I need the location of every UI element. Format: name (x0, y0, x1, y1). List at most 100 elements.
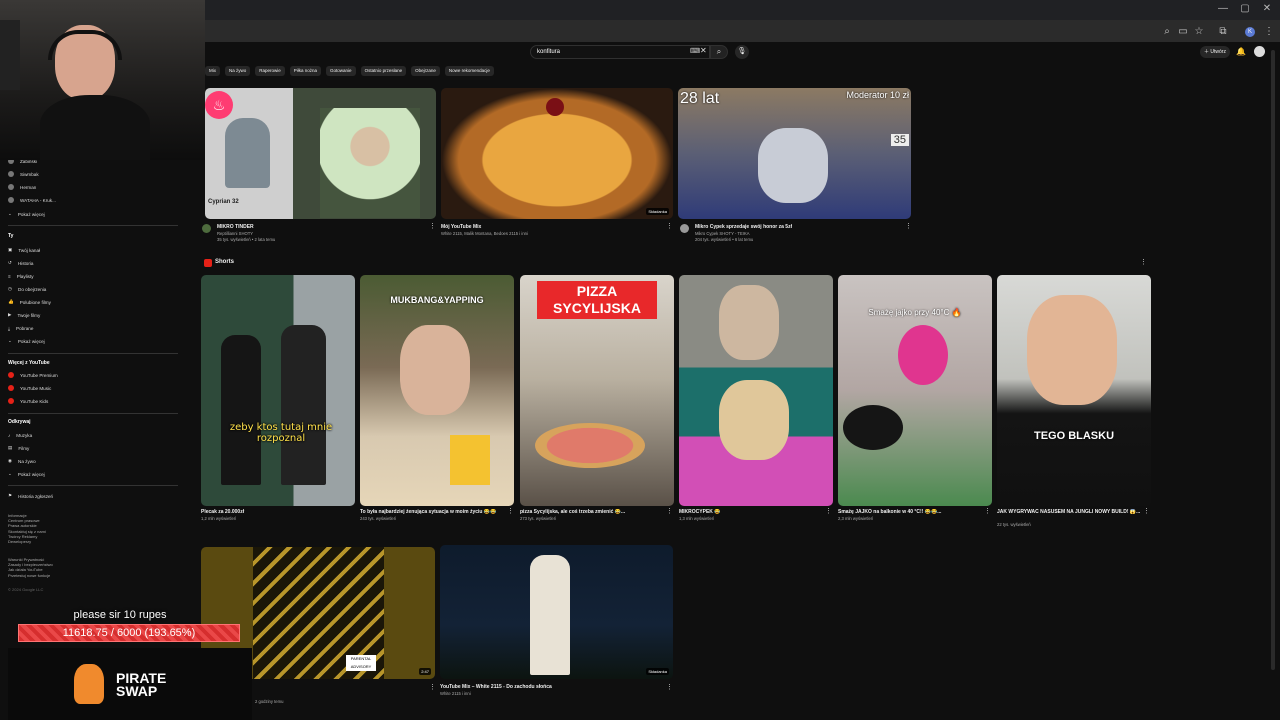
sidebar-sub-2[interactable]: Herman (8, 183, 36, 191)
search-button[interactable]: ⌕ (710, 45, 728, 59)
more-actions-icon[interactable]: ⋮ (1143, 507, 1150, 515)
sidebar-item-your-channel[interactable]: ▣ Twój kanał (8, 246, 40, 254)
close-window-button[interactable]: ✕ (1260, 3, 1274, 15)
short-thumbnail[interactable]: zeby ktos tutaj mnie rozpoznal (201, 275, 355, 506)
thumbnail-figure (530, 555, 570, 675)
video-meta: 2 godziny temu (255, 699, 284, 704)
more-actions-icon[interactable]: ⋮ (429, 683, 436, 691)
sidebar-item-history[interactable]: ↺ Historia (8, 259, 33, 267)
channel-avatar[interactable] (680, 224, 689, 233)
filter-chips: Mix Na żywo Raperowie Piłka nożna Gotowa… (205, 66, 494, 76)
shorts-more-icon[interactable]: ⋮ (1140, 258, 1147, 266)
video-meta: 35 tys. wyświetleń • 2 lata temu (217, 237, 276, 242)
sidebar-item-watch-later[interactable]: ◷ Do obejrzenia (8, 285, 46, 293)
browser-menu-icon[interactable]: ⋮ (1262, 25, 1276, 39)
chip-live[interactable]: Na żywo (225, 66, 251, 76)
duration-badge: 2:47 (419, 668, 431, 675)
zoom-icon[interactable]: ⌕ (1160, 25, 1174, 39)
chip-cooking[interactable]: Gotowanie (326, 66, 356, 76)
sidebar-show-more-subs[interactable]: ⌄ Pokaż więcej (8, 210, 45, 218)
short-title[interactable]: MIKROCYPEK 😂 (679, 509, 824, 515)
sidebar-item-downloads[interactable]: ⤓ Pobrane (8, 324, 33, 332)
video-channel[interactable]: White 2115 i inni (440, 691, 471, 697)
more-actions-icon[interactable]: ⋮ (666, 683, 673, 691)
page-scrollbar[interactable] (1271, 50, 1275, 670)
short-title[interactable]: JAK WYGRYWAĆ NASUSEM NA JUNGLI NOWY BUIL… (997, 509, 1142, 515)
sidebar-item-explore-more[interactable]: ⌄ Pokaż więcej (8, 470, 45, 478)
notifications-icon[interactable]: 🔔 (1236, 47, 1246, 56)
more-actions-icon[interactable]: ⋮ (666, 222, 673, 230)
sidebar-footer-policies[interactable]: Warunki Prywatność Zasady i bezpieczeńst… (8, 557, 88, 578)
sidebar-item-music-explore[interactable]: ♪ Muzyka (8, 431, 32, 439)
sidebar-item-liked[interactable]: 👍 Polubione filmy (8, 298, 51, 306)
video-title[interactable]: YouTube Mix – White 2115 - Do zachodu sł… (440, 684, 660, 690)
sidebar-item-premium[interactable]: YouTube Premium (8, 371, 58, 379)
sidebar-item-playlists[interactable]: ≡ Playlisty (8, 272, 34, 280)
sidebar-item-label: Pokaż więcej (17, 471, 45, 477)
short-title[interactable]: Plecak za 20.000zł (201, 509, 351, 515)
clear-search-icon[interactable]: ✕ (700, 46, 707, 55)
voice-search-icon[interactable]: 🎙 (735, 45, 749, 59)
account-avatar[interactable] (1254, 46, 1265, 57)
short-thumbnail[interactable]: MUKBANG&YAPPING (360, 275, 514, 506)
thumbnail-figure (898, 325, 948, 385)
video-title[interactable]: Mój YouTube Mix (441, 224, 641, 230)
sidebar-item-kids[interactable]: YouTube Kids (8, 397, 48, 405)
sidebar-item-music[interactable]: YouTube Music (8, 384, 51, 392)
search-input[interactable]: konfitura (530, 45, 710, 59)
chip-rappers[interactable]: Raperowie (255, 66, 285, 76)
sidebar-sub-1[interactable]: Siwmbak (8, 170, 39, 178)
more-actions-icon[interactable]: ⋮ (666, 507, 673, 515)
sidebar-item-your-videos[interactable]: ▶ Twoje filmy (8, 311, 40, 319)
chip-watched[interactable]: Obejrzane (411, 66, 440, 76)
video-title[interactable]: MIKRO TINDER (217, 224, 417, 230)
more-actions-icon[interactable]: ⋮ (905, 222, 912, 230)
sidebar-item-report-history[interactable]: ⚑ Historia zgłoszeń (8, 492, 53, 500)
short-title[interactable]: To była najbardziej żenująca sytuacja w … (360, 509, 505, 515)
channel-avatar (8, 184, 14, 190)
more-actions-icon[interactable]: ⋮ (507, 507, 514, 515)
short-thumbnail[interactable]: TEGO BLASKU (997, 275, 1151, 506)
profile-avatar[interactable]: K (1245, 27, 1255, 37)
sidebar-item-show-more[interactable]: ⌄ Pokaż więcej (8, 337, 45, 345)
short-thumbnail[interactable]: Smażę jajko przy 40°C 🔥 (838, 275, 992, 506)
video-channel[interactable]: White 2115, Malik Montana, Bedoes 2115 i… (441, 231, 528, 237)
history-icon: ↺ (8, 260, 12, 265)
sidebar-item-movies[interactable]: ▤ Filmy (8, 444, 29, 452)
sidebar-item-live[interactable]: ◉ Na żywo (8, 457, 36, 465)
sidebar-item-label: Historia zgłoszeń (18, 493, 54, 499)
video-title[interactable]: Mikro Cypek sprzedaje swój honor za 5zł (695, 224, 895, 230)
create-button[interactable]: ＋ Utwórz (1200, 46, 1230, 58)
more-actions-icon[interactable]: ⋮ (429, 222, 436, 230)
sidebar-item-label: Twój kanał (18, 247, 41, 253)
sidebar-sub-3[interactable]: WATAHA - Kruk... (8, 196, 56, 204)
keyboard-icon[interactable]: ⌨ (690, 47, 700, 55)
chip-football[interactable]: Piłka nożna (289, 66, 322, 76)
short-thumbnail[interactable]: PIZZA SYCYLIJSKA (520, 275, 674, 506)
overlay-age: 28 lat (680, 90, 720, 107)
donation-progress-label: 11618.75 / 6000 (193.65%) (62, 627, 196, 639)
extensions-icon[interactable]: ⧉ (1216, 25, 1230, 39)
channel-avatar[interactable] (202, 224, 211, 233)
video-thumbnail[interactable]: ♨ Cyprian 32 (205, 88, 436, 219)
create-label: Utwórz (1210, 49, 1226, 55)
chip-recent[interactable]: Ostatnio przesłane (360, 66, 407, 76)
minimize-button[interactable]: — (1216, 3, 1230, 15)
cast-icon[interactable]: ▭ (1176, 25, 1190, 39)
sidebar-footer-links[interactable]: Informacje Centrum prasowe Prawa autorsk… (8, 513, 88, 544)
video-thumbnail[interactable]: 28 lat Moderator 10 zł 35 (678, 88, 911, 219)
youtube-kids-icon (8, 398, 14, 404)
video-thumbnail[interactable]: Składanka (441, 88, 673, 219)
chip-new-recommendations[interactable]: Nowe rekomendacje (444, 66, 494, 76)
video-thumbnail[interactable]: Składanka (440, 545, 673, 679)
short-title[interactable]: Smażę JAJKO na balkonie w 40 °C!! 😂😂... (838, 509, 983, 515)
maximize-button[interactable]: ▢ (1238, 3, 1252, 15)
channel-avatar (8, 197, 14, 203)
short-thumbnail[interactable] (679, 275, 833, 506)
bookmark-star-icon[interactable]: ☆ (1192, 25, 1206, 39)
sidebar-you-heading[interactable]: Ty (8, 233, 13, 239)
chip-mix[interactable]: Mix (205, 66, 220, 76)
more-actions-icon[interactable]: ⋮ (984, 507, 991, 515)
more-actions-icon[interactable]: ⋮ (825, 507, 832, 515)
short-title[interactable]: pizza Sycylijska, ale coś trzeba zmienić… (520, 509, 665, 515)
